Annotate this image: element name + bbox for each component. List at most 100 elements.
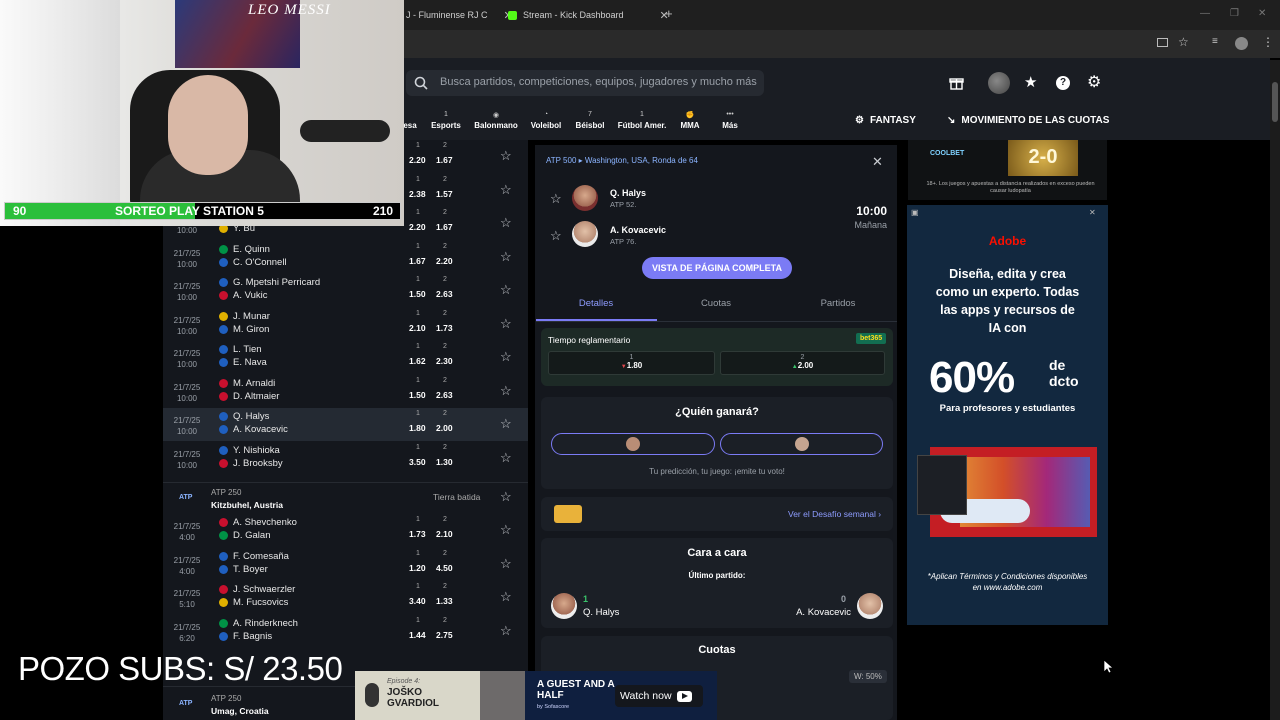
odds-home[interactable]: 1.67 <box>409 256 426 266</box>
bookmark-star-icon[interactable]: ☆ <box>1178 35 1189 49</box>
favorite-star-icon[interactable]: ☆ <box>500 148 512 164</box>
user-avatar[interactable] <box>988 72 1010 94</box>
odds-home[interactable]: 3.40 <box>409 596 426 606</box>
gift-icon[interactable] <box>949 75 964 90</box>
tab-details[interactable]: Detalles <box>536 298 656 309</box>
settings-gear-icon[interactable]: ⚙ <box>1087 72 1101 92</box>
full-page-button[interactable]: VISTA DE PÁGINA COMPLETA <box>642 257 792 279</box>
match-row[interactable]: 21/7/25 10:00 M. Arnaldi D. Altmaier 1 2 1.50 2… <box>163 375 528 408</box>
odds-away[interactable]: 1.67 <box>436 155 453 165</box>
odds-home[interactable]: 1.73 <box>409 529 426 539</box>
odds-away[interactable]: 1.73 <box>436 323 453 333</box>
odds-away[interactable]: 2.00 <box>436 423 453 433</box>
player1-name[interactable]: Q. Halys <box>610 188 646 198</box>
match-row[interactable]: 21/7/25 5:10 J. Schwaerzler M. Fucsovics 1 2 3… <box>163 581 528 614</box>
vote-player2-button[interactable] <box>720 433 883 455</box>
odd-button-2[interactable]: 2 ▲2.00 <box>720 351 885 375</box>
odds-home[interactable]: 3.50 <box>409 457 426 467</box>
odds-away[interactable]: 2.10 <box>436 529 453 539</box>
odd-button-1[interactable]: 1 ▼1.80 <box>548 351 715 375</box>
sport-tab-american-football[interactable]: 1 Fútbol Amer. <box>617 111 667 130</box>
odds-home[interactable]: 1.62 <box>409 356 426 366</box>
odds-away[interactable]: 2.63 <box>436 390 453 400</box>
minimize-icon[interactable]: — <box>1200 8 1210 19</box>
new-tab-button[interactable]: + <box>665 6 673 21</box>
odds-home[interactable]: 1.80 <box>409 423 426 433</box>
h2h-p2-name[interactable]: A. Kovacevic <box>781 607 851 618</box>
favorites-star-icon[interactable]: ★ <box>1024 73 1037 91</box>
sport-tab-volleyball[interactable]: ◔ Voleibol <box>522 111 570 130</box>
watch-now-button[interactable]: Watch now <box>615 685 703 707</box>
favorite-star-icon[interactable]: ☆ <box>500 450 512 466</box>
favorite-star-icon[interactable]: ☆ <box>500 489 512 505</box>
odds-away[interactable]: 1.67 <box>436 222 453 232</box>
menu-icon[interactable]: ⋮ <box>1262 35 1274 49</box>
sofascore-banner-ad[interactable]: Episode 4: JOŠKO GVARDIOL A GUEST AND A … <box>355 671 717 720</box>
close-icon[interactable]: ✕ <box>872 154 883 170</box>
favorite-star-icon[interactable]: ☆ <box>550 228 562 244</box>
odds-away[interactable]: 2.20 <box>436 256 453 266</box>
sport-tab-baseball[interactable]: 7 Béisbol <box>566 111 614 130</box>
odds-away[interactable]: 4.50 <box>436 563 453 573</box>
sport-tab-more[interactable]: ••• Más <box>706 111 754 130</box>
favorite-star-icon[interactable]: ☆ <box>500 182 512 198</box>
extensions-icon[interactable]: ≡ <box>1212 36 1218 47</box>
maximize-icon[interactable]: ❐ <box>1230 8 1239 19</box>
tab-matches[interactable]: Partidos <box>778 298 898 309</box>
match-row[interactable]: 21/7/25 6:20 A. Rinderknech F. Bagnis 1 2 1.44… <box>163 615 528 648</box>
match-row[interactable]: 21/7/25 10:00 G. Mpetshi Perricard A. Vukic… <box>163 274 528 307</box>
cast-icon[interactable] <box>1157 38 1168 47</box>
favorite-star-icon[interactable]: ☆ <box>500 215 512 231</box>
odds-home[interactable]: 2.38 <box>409 189 426 199</box>
odds-away[interactable]: 1.33 <box>436 596 453 606</box>
odds-home[interactable]: 2.20 <box>409 155 426 165</box>
odds-home[interactable]: 2.20 <box>409 222 426 232</box>
help-icon[interactable]: ? <box>1056 76 1070 90</box>
ad-info-icon[interactable]: ▣ <box>911 208 919 217</box>
favorite-star-icon[interactable]: ☆ <box>550 191 562 207</box>
favorite-star-icon[interactable]: ☆ <box>500 556 512 572</box>
bookmaker-badge[interactable]: bet365 <box>856 333 887 344</box>
favorite-star-icon[interactable]: ☆ <box>500 623 512 639</box>
tab-odds[interactable]: Cuotas <box>656 298 776 309</box>
match-row[interactable]: 21/7/25 4:00 F. Comesaña T. Boyer 1 2 1.20 4.50… <box>163 548 528 581</box>
ad-close-icon[interactable]: ✕ <box>1089 208 1096 217</box>
match-row[interactable]: 21/7/25 10:00 E. Quinn C. O'Connell 1 2 1.67 2.… <box>163 241 528 274</box>
match-row[interactable]: 21/7/25 10:00 L. Tien E. Nava 1 2 1.62 2.30 ☆ <box>163 341 528 374</box>
match-row[interactable]: 21/7/25 4:00 A. Shevchenko D. Galan 1 2 1.73 2.… <box>163 514 528 547</box>
coolbet-ad[interactable]: COOLBET 2-0 18+. Los juegos y apuestas a… <box>908 140 1107 200</box>
odds-away[interactable]: 2.75 <box>436 630 453 640</box>
odds-home[interactable]: 1.50 <box>409 390 426 400</box>
sport-tab-esports[interactable]: 1 Esports <box>422 111 470 130</box>
player2-name[interactable]: A. Kovacevic <box>610 225 666 235</box>
match-row[interactable]: 21/7/25 10:00 Q. Halys A. Kovacevic 1 2 1.80 2.… <box>163 408 528 441</box>
sport-tab-handball[interactable]: ◉ Balonmano <box>472 111 520 130</box>
odds-away[interactable]: 1.57 <box>436 189 453 199</box>
odds-home[interactable]: 2.10 <box>409 323 426 333</box>
favorite-star-icon[interactable]: ☆ <box>500 416 512 432</box>
fantasy-link[interactable]: ⚙ FANTASY <box>855 115 916 126</box>
odds-away[interactable]: 2.30 <box>436 356 453 366</box>
odds-away[interactable]: 2.63 <box>436 289 453 299</box>
breadcrumb[interactable]: ATP 500 ▸ Washington, USA, Ronda de 64 <box>546 156 698 165</box>
favorite-star-icon[interactable]: ☆ <box>500 383 512 399</box>
close-window-icon[interactable]: ✕ <box>1258 8 1266 19</box>
browser-tab[interactable]: Stream - Kick Dashboard ✕ <box>500 4 677 26</box>
page-scrollbar[interactable] <box>1270 60 1280 720</box>
h2h-p1-name[interactable]: Q. Halys <box>583 607 619 618</box>
favorite-star-icon[interactable]: ☆ <box>500 522 512 538</box>
weekly-challenge-link[interactable]: Ver el Desafío semanal › <box>788 509 881 519</box>
odds-home[interactable]: 1.50 <box>409 289 426 299</box>
adobe-ad[interactable]: ▣ ✕ Adobe Diseña, edita y crea como un e… <box>907 205 1108 625</box>
favorite-star-icon[interactable]: ☆ <box>500 349 512 365</box>
favorite-star-icon[interactable]: ☆ <box>500 589 512 605</box>
vote-player1-button[interactable] <box>551 433 715 455</box>
profile-avatar[interactable] <box>1235 37 1248 50</box>
weekly-challenge-card[interactable]: Ver el Desafío semanal › <box>541 497 893 531</box>
match-row[interactable]: 21/7/25 10:00 J. Munar M. Giron 1 2 2.10 1.73 ☆ <box>163 308 528 341</box>
favorite-star-icon[interactable]: ☆ <box>500 282 512 298</box>
favorite-star-icon[interactable]: ☆ <box>500 316 512 332</box>
odds-home[interactable]: 1.44 <box>409 630 426 640</box>
odds-away[interactable]: 1.30 <box>436 457 453 467</box>
odds-movement-link[interactable]: ↘ MOVIMIENTO DE LAS CUOTAS <box>947 115 1109 126</box>
